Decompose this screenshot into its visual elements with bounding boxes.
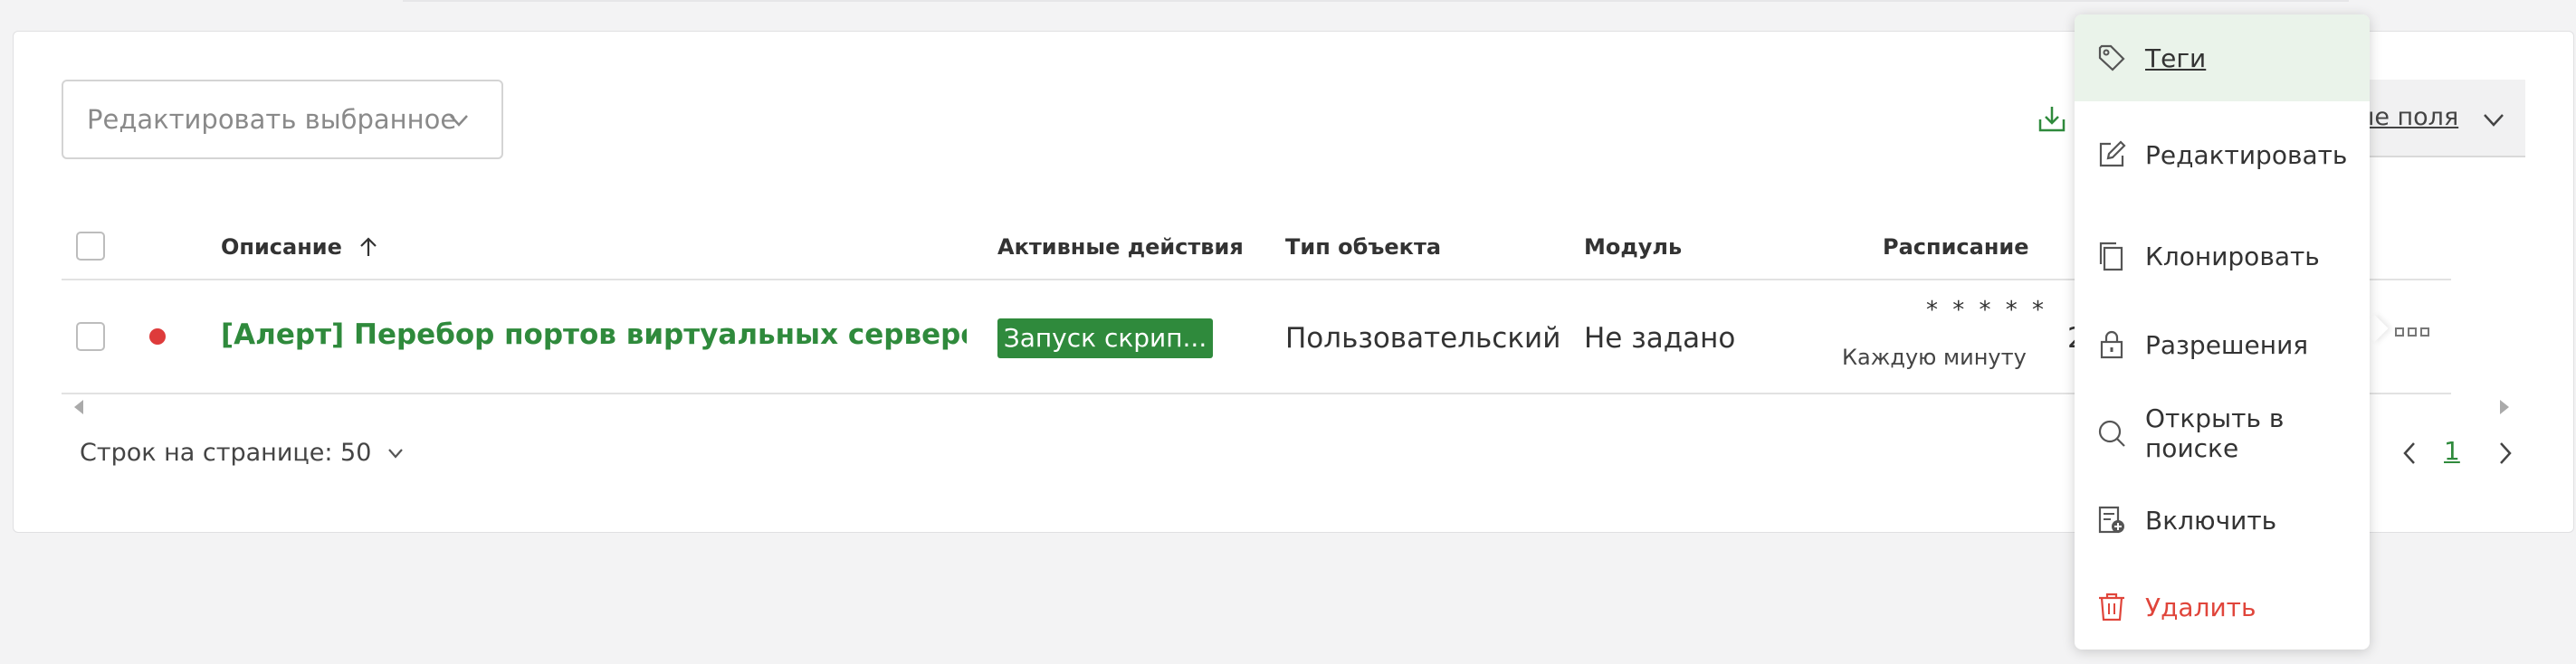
rows-per-page-select[interactable]: Строк на странице: 50 <box>80 439 405 467</box>
active-action-badge[interactable]: Запуск скрип... <box>997 318 1213 358</box>
object-type-cell: Пользовательский <box>1285 322 1561 355</box>
scroll-left-arrow[interactable] <box>74 400 83 414</box>
alert-title-link[interactable]: [Алерт] Перебор портов виртуальных серве… <box>221 318 967 351</box>
menu-item-delete[interactable]: Удалить <box>2075 566 2370 648</box>
schedule-cron: * * * * * <box>1926 297 2048 324</box>
column-header-description[interactable]: Описание <box>221 234 380 260</box>
sort-asc-icon[interactable] <box>357 235 380 259</box>
column-header-object-type[interactable]: Тип объекта <box>1285 234 1441 260</box>
menu-item-tags[interactable]: Теги <box>2075 14 2370 101</box>
scroll-right-arrow[interactable] <box>2500 400 2509 414</box>
menu-item-edit[interactable]: Редактировать <box>2075 114 2370 195</box>
column-header-schedule[interactable]: Расписание <box>1883 234 2029 260</box>
edit-selected-dropdown[interactable]: Редактировать выбранное <box>62 80 503 159</box>
row-checkbox[interactable] <box>76 322 105 351</box>
prev-page-icon[interactable] <box>2399 440 2420 467</box>
tag-icon <box>2096 43 2127 73</box>
menu-item-enable[interactable]: Включить <box>2075 479 2370 561</box>
menu-item-open-in-search[interactable]: Открыть в поиске <box>2075 393 2370 474</box>
row-context-menu: Теги Редактировать Клонировать Разрешени… <box>2075 14 2370 650</box>
column-header-active-actions[interactable]: Активные действия <box>997 234 1244 260</box>
search-icon <box>2096 418 2127 449</box>
fields-toggle-label[interactable]: ые поля <box>2355 103 2458 131</box>
column-header-module[interactable]: Модуль <box>1584 234 1682 260</box>
top-divider <box>403 0 2349 2</box>
chevron-down-icon <box>388 448 404 459</box>
schedule-description: Каждую минуту <box>1842 345 2027 370</box>
clone-icon <box>2096 241 2127 271</box>
trash-icon <box>2096 592 2127 622</box>
status-indicator <box>149 328 166 345</box>
page-number[interactable]: 1 <box>2444 436 2460 466</box>
select-all-checkbox[interactable] <box>76 232 105 261</box>
rows-per-page-label: Строк на странице: 50 <box>80 439 372 467</box>
next-page-icon[interactable] <box>2495 440 2516 467</box>
more-actions-icon[interactable] <box>2394 326 2430 338</box>
edit-icon <box>2096 139 2127 170</box>
edit-selected-label: Редактировать выбранное <box>87 104 457 135</box>
lock-icon <box>2096 329 2127 360</box>
enable-icon <box>2096 505 2127 536</box>
chevron-down-icon <box>450 115 468 127</box>
menu-item-permissions[interactable]: Разрешения <box>2075 304 2370 385</box>
download-icon[interactable] <box>2037 103 2067 134</box>
menu-item-clone[interactable]: Клонировать <box>2075 215 2370 297</box>
chevron-down-icon[interactable] <box>2480 107 2507 134</box>
module-cell: Не задано <box>1584 322 1736 355</box>
